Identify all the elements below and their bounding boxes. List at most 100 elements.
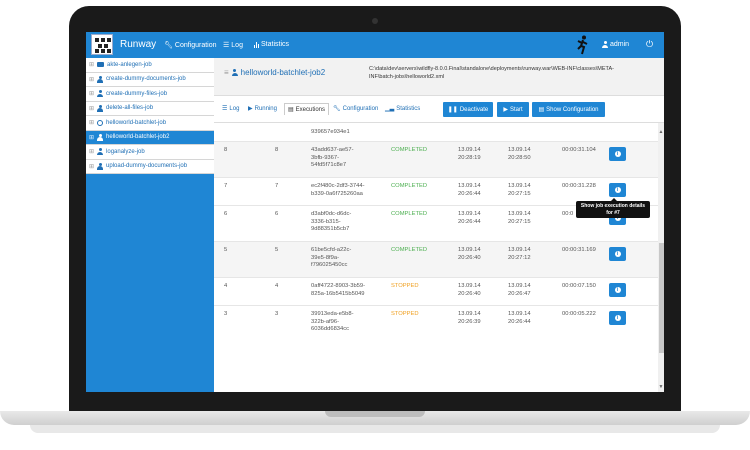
- user-icon: [97, 90, 104, 98]
- tab-log-label: Log: [229, 105, 240, 112]
- time: 20:27:15: [508, 190, 531, 197]
- date: 13.09.14: [458, 247, 481, 253]
- time: 20:26:44: [508, 318, 531, 325]
- tab-statistics[interactable]: ▁▃ Statistics: [385, 105, 421, 113]
- duration: 00:00:31.228: [562, 183, 596, 189]
- execution-details-button[interactable]: i: [609, 283, 626, 297]
- sidebar-item-loganalyze-job[interactable]: ⊞ loganalyze-job: [86, 145, 214, 160]
- end-time: 13.09.14 20:27:12: [508, 247, 531, 262]
- start-button[interactable]: ▶ Start: [497, 102, 529, 117]
- bar-chart-icon: [254, 41, 259, 48]
- instance-id: 4: [275, 283, 279, 289]
- tab-running[interactable]: ▶ Running: [248, 105, 277, 113]
- scroll-up-icon[interactable]: ▲: [658, 129, 664, 135]
- pause-icon: ❚❚: [447, 107, 458, 113]
- start-time: 13.09.14 20:28:19: [458, 147, 481, 162]
- user-menu[interactable]: admin: [602, 41, 629, 48]
- table-row: 3 3 39913eda-e5b8- 322b-af96- 6036dd6834…: [214, 305, 658, 345]
- sidebar-item-label: akte-anlegen-job: [107, 61, 152, 68]
- power-icon[interactable]: ⏻: [646, 39, 653, 50]
- uuid-line: 322b-af96-: [311, 318, 340, 325]
- partial-uuid: 939657e934e1: [311, 129, 350, 135]
- info-icon: i: [614, 287, 621, 293]
- start-time: 13.09.14 20:26:40: [458, 247, 481, 262]
- table-icon: ▤: [288, 107, 294, 113]
- sidebar-item-helloworld-batchlet-job[interactable]: ⊞ helloworld-batchlet-job: [86, 116, 214, 131]
- execution-id: 8: [224, 147, 228, 153]
- execution-id: 5: [224, 247, 228, 253]
- time: 20:26:40: [458, 254, 481, 261]
- status: STOPPED: [391, 283, 419, 289]
- laptop-notch: [325, 411, 425, 417]
- table-row: 5 5 61be5cfd-a22c- 39e5-8f9a- f796025450…: [214, 241, 658, 277]
- job-title: ≡ helloworld-batchlet-job2: [224, 68, 325, 77]
- nav-log[interactable]: ☰ Log: [223, 41, 243, 50]
- plus-icon: ⊞: [89, 163, 95, 170]
- execution-details-button[interactable]: i: [609, 247, 626, 261]
- user-icon: [602, 41, 608, 48]
- tab-configuration[interactable]: 🔧︎ Configuration: [333, 105, 378, 113]
- uuid-line: 3bfb-9367-: [311, 154, 340, 161]
- nav-configuration-label: Configuration: [174, 41, 217, 49]
- execution-details-button[interactable]: i: [609, 183, 626, 197]
- play-icon: ▶: [248, 106, 253, 112]
- uuid-line: 39e5-8f9a-: [311, 254, 340, 261]
- info-icon: i: [614, 251, 621, 257]
- nav-configuration[interactable]: 🔧︎ Configuration: [164, 41, 217, 50]
- nav-statistics-label: Statistics: [261, 41, 290, 48]
- nav-statistics[interactable]: Statistics: [254, 41, 289, 48]
- start-label: Start: [509, 106, 523, 113]
- tab-log[interactable]: ☰ Log: [222, 105, 240, 113]
- time: 20:28:50: [508, 154, 531, 161]
- plus-icon: ⊞: [89, 62, 95, 69]
- duration: 00:00:05.222: [562, 311, 596, 317]
- show-configuration-button[interactable]: ▤ Show Configuration: [532, 102, 605, 117]
- vertical-scrollbar[interactable]: ▲ ▼: [658, 123, 664, 392]
- execution-id: 4: [224, 283, 228, 289]
- play-icon: ▶: [503, 107, 508, 113]
- sidebar-item-upload-dummy-documents-job[interactable]: ⊞ upload-dummy-documents-job: [86, 159, 214, 174]
- sidebar-item-delete-all-files-job[interactable]: ⊞ delete-all-files-job: [86, 101, 214, 116]
- uuid-line: ec2f480c-2df3-3744-: [311, 183, 365, 189]
- nav-log-label: Log: [231, 41, 243, 49]
- info-icon: i: [614, 315, 621, 321]
- execution-details-tooltip: Show job execution details for #7: [576, 198, 650, 218]
- uuid-line: 39913eda-e5b8-: [311, 311, 354, 317]
- tooltip-line: Show job execution details: [580, 203, 646, 209]
- tab-running-label: Running: [254, 105, 277, 112]
- laptop-shadow: [30, 425, 720, 433]
- end-time: 13.09.14 20:27:15: [508, 211, 531, 226]
- uuid-line: b339-0a6f725260aa: [311, 190, 363, 197]
- app-title[interactable]: Runway: [120, 39, 156, 50]
- instance-id: 3: [275, 311, 279, 317]
- sidebar-item-akte-anlegen-job[interactable]: ⊞ akte-anlegen-job: [86, 58, 214, 73]
- scrollbar-thumb[interactable]: [659, 243, 664, 353]
- sidebar-item-create-dummy-files-job[interactable]: ⊞ create-dummy-files-job: [86, 87, 214, 102]
- info-icon: i: [614, 151, 621, 157]
- tab-executions[interactable]: ▤ Executions: [284, 103, 330, 115]
- show-configuration-label: Show Configuration: [546, 106, 599, 113]
- table-row: 4 4 0aff4722-8903-3b59- 825a-16b5415b504…: [214, 277, 658, 305]
- scroll-down-icon[interactable]: ▼: [658, 384, 664, 390]
- table-icon: ▤: [538, 107, 545, 113]
- plus-icon: ⊞: [89, 134, 95, 141]
- user-icon: [97, 162, 104, 170]
- uuid-line: 54fd5f71c8e7: [311, 162, 347, 168]
- instance-id: 7: [275, 183, 279, 189]
- time: 20:27:12: [508, 254, 531, 261]
- job-path: C:\data\dev\servers\wildfly-8.0.0.Final\…: [369, 66, 614, 80]
- status: COMPLETED: [391, 183, 428, 189]
- plus-icon: ⊞: [89, 120, 95, 127]
- sidebar-item-label: helloworld-batchlet-job: [106, 119, 167, 126]
- executions-table: 939657e934e1 8 8 43add637-ae57- 3bfb-936…: [214, 123, 658, 392]
- start-time: 13.09.14 20:26:40: [458, 283, 481, 298]
- deactivate-button[interactable]: ❚❚ Deactivate: [443, 102, 493, 117]
- sidebar-item-create-dummy-documents-job[interactable]: ⊞ create-dummy-documents-job: [86, 72, 214, 87]
- execution-details-button[interactable]: i: [609, 147, 626, 161]
- runway-logo[interactable]: [91, 34, 113, 55]
- tab-statistics-label: Statistics: [396, 105, 421, 112]
- execution-details-button[interactable]: i: [609, 311, 626, 325]
- sidebar-item-helloworld-batchlet-job2[interactable]: ⊞ helloworld-batchlet-job2: [86, 130, 214, 145]
- status: COMPLETED: [391, 211, 428, 217]
- duration: 00:00:31.169: [562, 247, 596, 253]
